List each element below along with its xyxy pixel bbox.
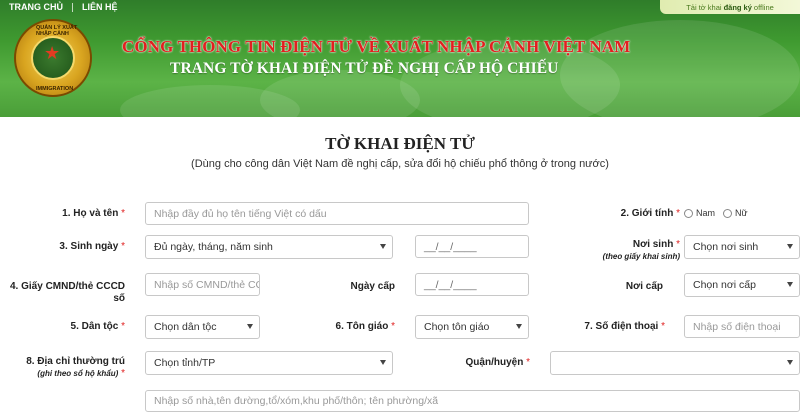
site-header: TRANG CHỦ LIÊN HỆ Tải tờ khai đăng ký of… <box>0 0 800 117</box>
ethnicity-select[interactable]: Chọn dân tộc <box>145 315 260 339</box>
name-input[interactable]: Nhập đầy đủ họ tên tiếng Việt có dấu <box>145 202 529 225</box>
gender-label: 2. Giới tính * <box>620 208 680 219</box>
address-label: 8. Địa chỉ thường trú (ghi theo sổ hộ kh… <box>26 356 125 379</box>
site-title: CỔNG THÔNG TIN ĐIỆN TỬ VỀ XUẤT NHẬP CẢNH… <box>122 37 631 56</box>
birthplace-select[interactable]: Chọn nơi sinh <box>684 235 800 259</box>
issue-place-label: Nơi cấp <box>625 281 663 292</box>
gender-female-option[interactable]: Nữ <box>723 208 748 218</box>
district-label: Quận/huyện * <box>465 357 530 368</box>
dob-date-input[interactable]: __/__/____ <box>415 235 529 258</box>
issue-date-input[interactable]: __/__/____ <box>415 273 529 296</box>
site-subtitle: TRANG TỜ KHAI ĐIỆN TỬ ĐỀ NGHỊ CẤP HỘ CHI… <box>170 60 559 77</box>
birthplace-label: Nơi sinh * (theo giấy khai sinh) <box>602 239 680 261</box>
province-select[interactable]: Chọn tỉnh/TP <box>145 351 393 375</box>
dob-format-select[interactable]: Đủ ngày, tháng, năm sinh <box>145 235 393 259</box>
star-icon: ★ <box>44 43 61 63</box>
gender-male-option[interactable]: Nam <box>684 208 715 218</box>
birthplace-note: (theo giấy khai sinh) <box>602 252 680 261</box>
street-address-input[interactable]: Nhập số nhà,tên đường,tổ/xóm,khu phố/thô… <box>145 390 800 412</box>
top-nav: TRANG CHỦ LIÊN HỆ <box>0 0 127 14</box>
form-title: TỜ KHAI ĐIỆN TỬ <box>325 134 475 153</box>
dob-label: 3. Sinh ngày * <box>59 241 125 252</box>
form-subtitle: (Dùng cho công dân Việt Nam đề nghị cấp,… <box>191 158 609 170</box>
issue-place-select[interactable]: Chọn nơi cấp <box>684 273 800 297</box>
nav-contact-link[interactable]: LIÊN HỆ <box>73 2 127 12</box>
religion-select[interactable]: Chọn tôn giáo <box>415 315 529 339</box>
immigration-emblem-icon: QUẢN LÝ XUẤT NHẬP CẢNH ★ IMMIGRATION <box>14 19 92 97</box>
radio-icon[interactable] <box>684 208 693 218</box>
district-select[interactable] <box>550 351 800 375</box>
emblem-bottom-text: IMMIGRATION <box>36 86 74 92</box>
id-input[interactable]: Nhập số CMND/thẻ CCCD <box>145 273 260 296</box>
offline-strong: đăng ký <box>723 2 752 12</box>
phone-label: 7. Số điện thoại * <box>584 321 665 332</box>
ethnicity-label: 5. Dân tộc * <box>70 321 125 332</box>
chevron-down-icon <box>516 324 522 329</box>
radio-icon[interactable] <box>723 208 733 218</box>
religion-label: 6. Tôn giáo * <box>335 321 395 332</box>
offline-download-link[interactable]: Tải tờ khai đăng ký offline <box>660 0 800 14</box>
address-note: (ghi theo sổ hộ khẩu) <box>37 369 119 378</box>
nav-home-link[interactable]: TRANG CHỦ <box>0 2 72 12</box>
chevron-down-icon <box>787 244 793 249</box>
emblem-center: ★ <box>31 36 75 80</box>
offline-post: offline <box>753 2 774 12</box>
name-label: 1. Họ và tên * <box>62 208 125 219</box>
chevron-down-icon <box>380 244 386 249</box>
issue-date-label: Ngày cấp <box>350 281 395 292</box>
chevron-down-icon <box>787 360 793 365</box>
offline-pre: Tải tờ khai <box>686 2 722 12</box>
chevron-down-icon <box>380 360 386 365</box>
emblem-top-text: QUẢN LÝ XUẤT NHẬP CẢNH <box>36 25 78 37</box>
gender-radio-group: Nam Nữ <box>684 208 756 218</box>
phone-input[interactable]: Nhập số điện thoại <box>684 315 800 338</box>
id-label: 4. Giấy CMND/thẻ CCCD số <box>10 281 126 304</box>
chevron-down-icon <box>247 324 253 329</box>
chevron-down-icon <box>787 282 793 287</box>
